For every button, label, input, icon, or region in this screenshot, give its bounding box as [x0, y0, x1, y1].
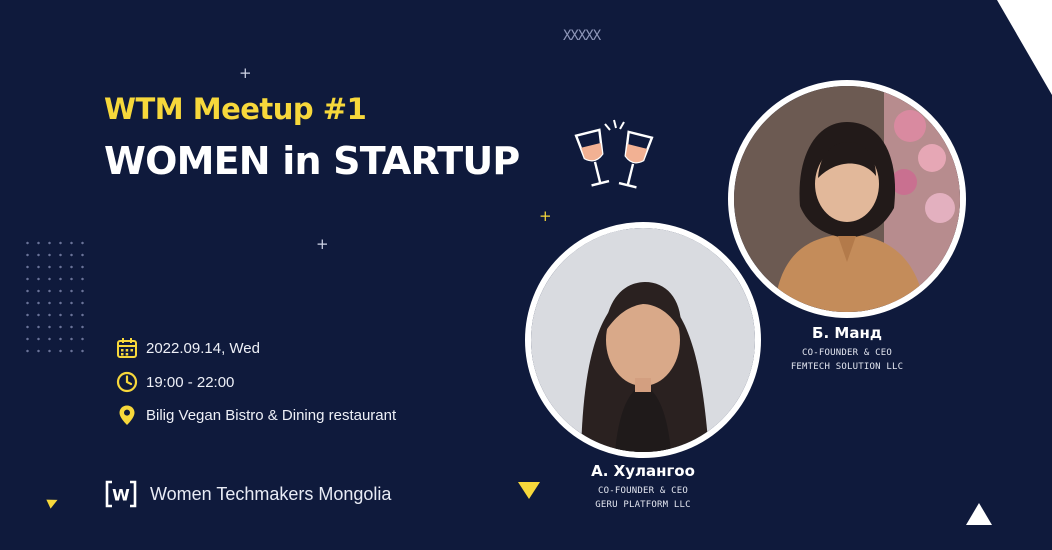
speaker-role: CO-FOUNDER & CEO	[598, 486, 688, 496]
event-location-row: Bilig Vegan Bistro & Dining restaurant	[116, 403, 396, 427]
brand-name: Women Techmakers Mongolia	[150, 483, 392, 504]
sparkle-icon: +	[316, 235, 329, 253]
triangle-up-decoration	[966, 503, 992, 525]
speaker-portrait-image	[734, 86, 960, 312]
dot-grid-decoration	[22, 237, 86, 357]
corner-triangle-decoration	[997, 0, 1052, 95]
speaker-name: А. Хулангоо	[591, 462, 695, 480]
speaker-company: FEMTECH SOLUTION LLC	[790, 362, 904, 372]
speaker-card-2: Б. Манд CO-FOUNDER & CEO FEMTECH SOLUTIO…	[752, 324, 942, 374]
small-triangle-decoration	[46, 495, 60, 509]
speaker-company: GERU PLATFORM LLC	[595, 500, 691, 510]
triangle-down-decoration	[518, 482, 540, 499]
speaker-role: CO-FOUNDER & CEO	[802, 348, 892, 358]
event-time-row: 19:00 - 22:00	[116, 370, 234, 394]
event-banner: XXXXX + + + WTM Meetup #1 WOMEN in START…	[0, 0, 1052, 550]
speaker-name: Б. Манд	[812, 324, 882, 342]
sparkle-icon: +	[539, 207, 552, 225]
sparkle-icon: +	[239, 64, 252, 82]
speaker-portrait-image	[531, 228, 755, 452]
speaker-card-1: А. Хулангоо CO-FOUNDER & CEO GERU PLATFO…	[548, 462, 738, 512]
event-subtitle: WTM Meetup #1	[104, 92, 367, 126]
brand-block: W Women Techmakers Mongolia	[104, 478, 391, 510]
speaker-photo-2	[728, 80, 966, 318]
wine-glasses-icon	[574, 119, 654, 189]
event-time: 19:00 - 22:00	[146, 373, 235, 391]
event-date: 2022.09.14, Wed	[146, 339, 260, 357]
top-cross-marks: XXXXX	[563, 28, 601, 44]
women-techmakers-logo: W	[105, 480, 137, 508]
calendar-icon	[117, 338, 137, 358]
location-pin-icon	[119, 405, 135, 425]
clock-icon	[116, 371, 138, 393]
event-location: Bilig Vegan Bistro & Dining restaurant	[146, 406, 397, 424]
svg-text:W: W	[112, 486, 130, 505]
event-title: WOMEN in STARTUP	[104, 139, 520, 183]
speaker-photo-1	[525, 222, 761, 458]
event-date-row: 2022.09.14, Wed	[116, 336, 260, 360]
